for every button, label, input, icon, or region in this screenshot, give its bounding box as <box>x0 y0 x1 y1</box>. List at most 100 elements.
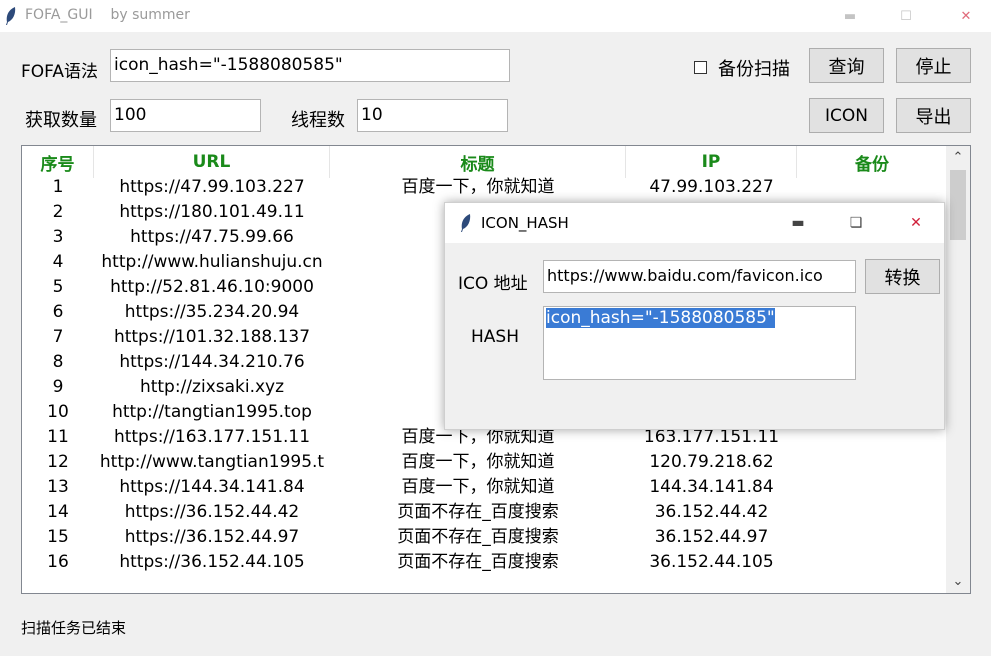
table-row[interactable]: 13 https://144.34.141.84 百度一下，你就知道 144.34.1… <box>22 475 947 500</box>
minimize-button[interactable]: ▬ <box>827 0 873 32</box>
dialog-maximize-button[interactable]: ❏ <box>833 203 879 243</box>
cell-ip: 47.99.103.227 <box>649 177 774 197</box>
cell-url: https://36.152.44.105 <box>119 552 305 572</box>
cell-ip: 36.152.44.42 <box>654 502 769 522</box>
column-header-backup[interactable]: 备份 <box>797 146 947 178</box>
cell-url: https://47.75.99.66 <box>130 227 294 247</box>
cell-url: http://www.tangtian1995.t <box>99 452 325 472</box>
table-row[interactable]: 12 http://www.tangtian1995.t 百度一下，你就知道 120.… <box>22 450 947 475</box>
table-row[interactable]: 15 https://36.152.44.97 页面不存在_百度搜索 36.152.4… <box>22 525 947 550</box>
column-header-index[interactable]: 序号 <box>22 146 94 178</box>
cell-backup <box>797 500 947 525</box>
cell-url: https://47.99.103.227 <box>119 177 305 197</box>
cell-index: 3 <box>52 227 64 247</box>
cell-url: https://180.101.49.11 <box>119 202 305 222</box>
feather-icon <box>461 214 471 232</box>
cell-title: 百度一下，你就知道 <box>401 177 555 197</box>
cell-index: 5 <box>52 277 64 297</box>
dialog-title-bar: ICON_HASH ▬ ❏ ✕ <box>445 203 944 243</box>
cell-backup <box>797 475 947 500</box>
cell-title: 百度一下，你就知道 <box>401 452 555 472</box>
cell-ip: 120.79.218.62 <box>649 452 774 472</box>
cell-index: 15 <box>47 527 69 547</box>
window-title: FOFA_GUI by summer <box>25 7 190 23</box>
cell-backup <box>797 550 947 575</box>
hash-output[interactable]: icon_hash="-1588080585" <box>543 306 856 380</box>
ico-address-input[interactable]: https://www.baidu.com/favicon.ico <box>543 260 856 293</box>
status-text: 扫描任务已结束 <box>21 619 127 637</box>
search-button[interactable]: 查询 <box>809 48 884 83</box>
cell-ip: 36.152.44.97 <box>654 527 769 547</box>
cell-index: 7 <box>52 327 64 347</box>
dialog-close-button[interactable]: ✕ <box>893 203 939 243</box>
cell-index: 14 <box>47 502 69 522</box>
maximize-icon: ☐ <box>900 8 912 24</box>
column-header-title[interactable]: 标题 <box>330 146 626 178</box>
cell-title: 页面不存在_百度搜索 <box>397 527 559 547</box>
cell-index: 11 <box>47 427 69 447</box>
cell-url: http://www.hulianshuju.cn <box>101 252 323 272</box>
ico-address-label: ICO 地址 <box>458 274 528 294</box>
cell-url: https://144.34.141.84 <box>119 477 305 497</box>
stop-button[interactable]: 停止 <box>896 48 971 83</box>
cell-url: https://163.177.151.11 <box>113 427 311 447</box>
count-input[interactable]: 100 <box>110 99 261 132</box>
table-scrollbar[interactable]: ⌃ ⌄ <box>946 146 970 593</box>
threads-label: 线程数 <box>291 110 345 131</box>
icon-button[interactable]: ICON <box>809 98 884 133</box>
cell-index: 8 <box>52 352 64 372</box>
close-icon: ✕ <box>910 215 922 231</box>
cell-title: 百度一下，你就知道 <box>401 477 555 497</box>
maximize-button[interactable]: ☐ <box>883 0 929 32</box>
cell-url: https://101.32.188.137 <box>113 327 311 347</box>
export-button[interactable]: 导出 <box>896 98 971 133</box>
dialog-title: ICON_HASH <box>481 214 569 232</box>
title-bar: FOFA_GUI by summer ▬ ☐ ✕ <box>0 0 991 32</box>
backup-label: 备份扫描 <box>718 59 790 80</box>
hash-label: HASH <box>471 327 519 347</box>
syntax-label: FOFA语法 <box>21 62 99 82</box>
minimize-icon: ▬ <box>843 8 857 24</box>
syntax-input[interactable]: icon_hash="-1588080585" <box>110 49 510 82</box>
cell-index: 9 <box>52 377 64 397</box>
count-label: 获取数量 <box>25 110 97 131</box>
scroll-down-icon[interactable]: ⌄ <box>946 570 970 592</box>
cell-url: https://144.34.210.76 <box>119 352 305 372</box>
cell-backup <box>797 525 947 550</box>
cell-index: 12 <box>47 452 69 472</box>
cell-index: 1 <box>52 177 64 197</box>
cell-index: 13 <box>47 477 69 497</box>
column-header-ip[interactable]: IP <box>626 146 797 178</box>
feather-icon <box>6 7 16 25</box>
cell-ip: 36.152.44.105 <box>649 552 774 572</box>
cell-url: https://36.152.44.42 <box>124 502 300 522</box>
cell-title: 页面不存在_百度搜索 <box>397 502 559 522</box>
scrollbar-thumb[interactable] <box>950 170 966 240</box>
icon-hash-dialog: ICON_HASH ▬ ❏ ✕ ICO 地址 https://www.baidu… <box>444 202 945 430</box>
hash-value: icon_hash="-1588080585" <box>546 308 775 328</box>
column-header-url[interactable]: URL <box>94 146 330 178</box>
close-icon: ✕ <box>960 8 972 24</box>
table-row[interactable]: 16 https://36.152.44.105 页面不存在_百度搜索 36.152.… <box>22 550 947 575</box>
cell-backup <box>797 450 947 475</box>
table-row[interactable]: 1 https://47.99.103.227 百度一下，你就知道 47.99.103… <box>22 175 947 200</box>
convert-button[interactable]: 转换 <box>865 259 940 294</box>
minimize-icon: ▬ <box>791 215 805 231</box>
backup-checkbox[interactable] <box>694 61 707 74</box>
cell-index: 2 <box>52 202 64 222</box>
cell-index: 10 <box>47 402 69 422</box>
threads-input[interactable]: 10 <box>357 99 508 132</box>
cell-title: 页面不存在_百度搜索 <box>397 552 559 572</box>
cell-url: http://52.81.46.10:9000 <box>110 277 314 297</box>
close-button[interactable]: ✕ <box>943 0 989 32</box>
cell-index: 16 <box>47 552 69 572</box>
cell-url: https://36.152.44.97 <box>124 527 300 547</box>
cell-index: 4 <box>52 252 64 272</box>
cell-url: https://35.234.20.94 <box>124 302 300 322</box>
cell-url: http://tangtian1995.top <box>112 402 312 422</box>
scroll-up-icon[interactable]: ⌃ <box>946 146 970 168</box>
cell-backup <box>797 175 947 200</box>
dialog-minimize-button[interactable]: ▬ <box>775 203 821 243</box>
table-row[interactable]: 14 https://36.152.44.42 页面不存在_百度搜索 36.152.4… <box>22 500 947 525</box>
cell-url: http://zixsaki.xyz <box>139 377 285 397</box>
